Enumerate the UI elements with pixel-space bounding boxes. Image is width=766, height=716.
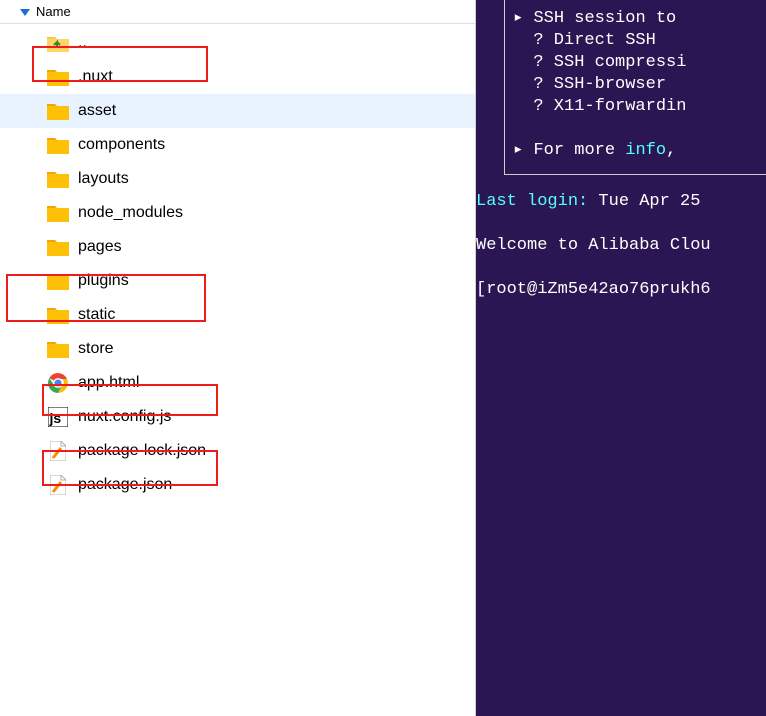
column-name: Name: [36, 4, 71, 19]
tree-item-plugins[interactable]: plugins: [0, 264, 475, 298]
term-blank: [476, 213, 766, 235]
tree-item-label: plugins: [78, 272, 129, 290]
js-file-icon: js: [46, 407, 70, 427]
term-text: SSH session to: [533, 9, 686, 28]
folder-icon: [46, 67, 70, 87]
svg-text:js: js: [49, 410, 62, 426]
folder-icon: [46, 305, 70, 325]
folder-icon: [46, 169, 70, 189]
chrome-icon: [46, 373, 70, 393]
folder-icon: [46, 135, 70, 155]
tree-item-label: pages: [78, 238, 122, 256]
tree-item-label: ..: [78, 34, 87, 52]
tree-item-label: static: [78, 306, 115, 324]
tree-item-layouts[interactable]: layouts: [0, 162, 475, 196]
tree-item-package-lock[interactable]: package-lock.json: [0, 434, 475, 468]
bullet-icon: ▸: [513, 141, 533, 160]
bullet-icon: ▸: [513, 9, 533, 28]
tree-item-parent[interactable]: ..: [0, 26, 475, 60]
chevron-down-icon: [20, 7, 30, 17]
tree-item-app-html[interactable]: app.html: [0, 366, 475, 400]
term-blank: [513, 118, 766, 140]
parent-folder-icon: [46, 33, 70, 53]
folder-icon: [46, 101, 70, 121]
tree-item-nuxt-config[interactable]: js nuxt.config.js: [0, 400, 475, 434]
tree-header[interactable]: Name: [0, 0, 475, 24]
terminal-panel[interactable]: ▸ SSH session to ? Direct SSH ? SSH comp…: [476, 0, 766, 716]
file-icon: [46, 475, 70, 495]
file-tree-panel: Name .. .nuxt asset components: [0, 0, 476, 716]
term-blank: [476, 257, 766, 279]
folder-icon: [46, 203, 70, 223]
tree-item-node-modules[interactable]: node_modules: [0, 196, 475, 230]
term-text: ? Direct SSH: [513, 30, 766, 52]
folder-icon: [46, 271, 70, 291]
tree-item-nuxt[interactable]: .nuxt: [0, 60, 475, 94]
tree-item-label: nuxt.config.js: [78, 408, 171, 426]
term-welcome: Welcome to Alibaba Clou: [476, 235, 766, 257]
tree-item-package-json[interactable]: package.json: [0, 468, 475, 502]
tree-item-label: layouts: [78, 170, 129, 188]
term-last-login: Last login: Tue Apr 25: [476, 191, 766, 213]
tree-item-label: package-lock.json: [78, 442, 206, 460]
term-label: Last login:: [476, 192, 588, 211]
tree-item-static[interactable]: static: [0, 298, 475, 332]
term-text: ,: [666, 141, 686, 160]
term-text: ? SSH compressi: [513, 52, 766, 74]
term-text: Tue Apr 25: [588, 192, 710, 211]
term-text: ? SSH-browser: [513, 74, 766, 96]
tree-item-label: .nuxt: [78, 68, 113, 86]
tree-item-pages[interactable]: pages: [0, 230, 475, 264]
tree-item-label: asset: [78, 102, 116, 120]
tree-item-label: package.json: [78, 476, 172, 494]
folder-icon: [46, 339, 70, 359]
tree-item-label: app.html: [78, 374, 139, 392]
term-text: For more: [533, 141, 625, 160]
tree-item-label: components: [78, 136, 165, 154]
term-link: info: [625, 141, 666, 160]
file-tree: .. .nuxt asset components layouts: [0, 24, 475, 502]
term-prompt[interactable]: [root@iZm5e42ao76prukh6: [476, 279, 766, 301]
folder-icon: [46, 237, 70, 257]
file-icon: [46, 441, 70, 461]
tree-item-asset[interactable]: asset: [0, 94, 475, 128]
tree-item-label: store: [78, 340, 114, 358]
terminal-info-box: ▸ SSH session to ? Direct SSH ? SSH comp…: [504, 0, 766, 175]
term-text: ? X11-forwardin: [513, 96, 766, 118]
terminal-output: Last login: Tue Apr 25 Welcome to Alibab…: [476, 191, 766, 301]
tree-item-label: node_modules: [78, 204, 183, 222]
tree-item-components[interactable]: components: [0, 128, 475, 162]
tree-item-store[interactable]: store: [0, 332, 475, 366]
